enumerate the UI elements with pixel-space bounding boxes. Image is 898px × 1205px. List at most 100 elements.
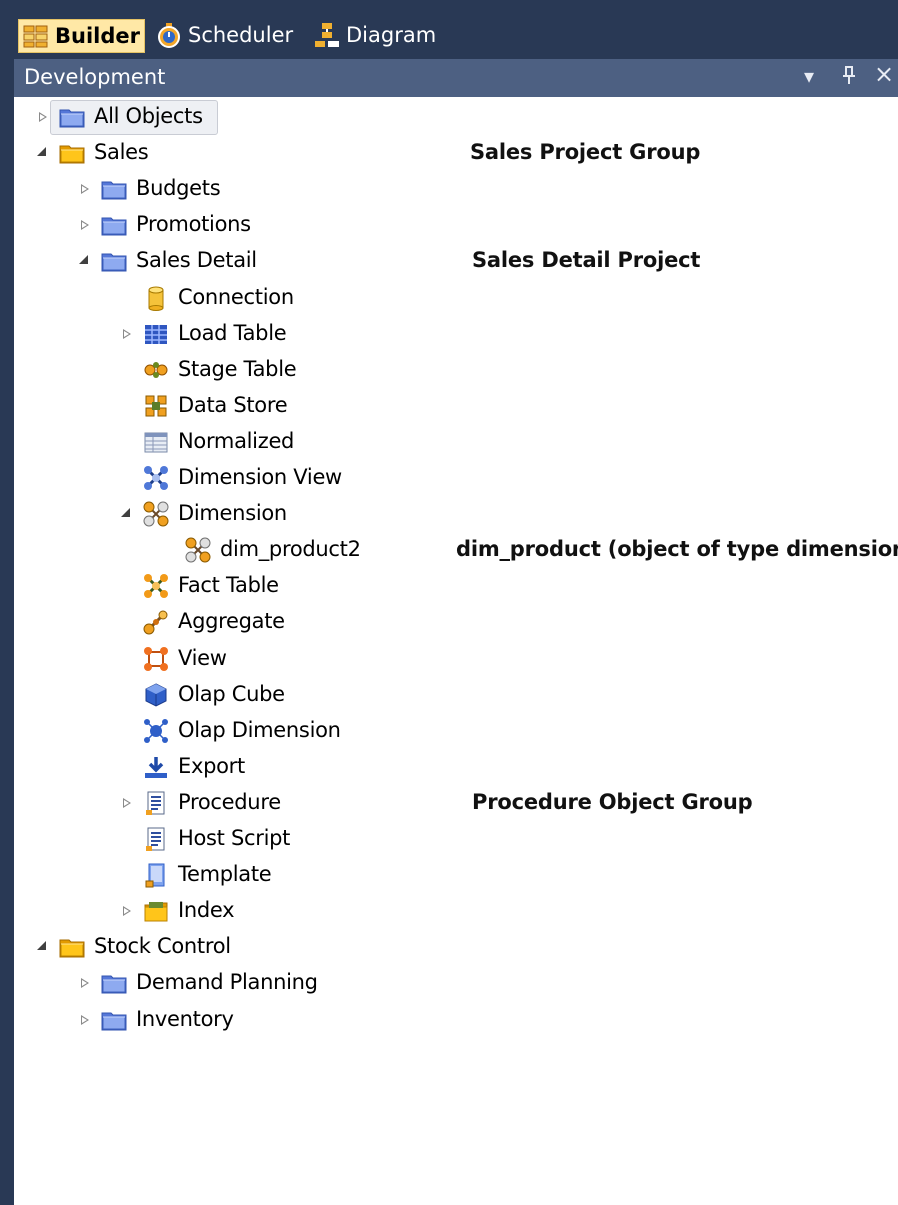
- window-frame-left: [0, 0, 14, 1205]
- tree-node-label: Olap Dimension: [178, 717, 341, 742]
- expand-arrow-icon[interactable]: [120, 316, 134, 352]
- collapse-arrow-icon[interactable]: [78, 243, 92, 279]
- tree-node-label: Stage Table: [178, 356, 297, 381]
- aggregate-icon: [142, 608, 170, 636]
- tree-node-load-table[interactable]: Load Table: [14, 316, 894, 352]
- tree-node-procedure[interactable]: Procedure: [14, 785, 894, 821]
- tree-node-label: View: [178, 645, 227, 670]
- connection-cylinder-icon: [142, 284, 170, 312]
- tree-node-label: Aggregate: [178, 609, 285, 634]
- expand-arrow-icon[interactable]: [120, 785, 134, 821]
- tree-node-template[interactable]: Template: [14, 857, 894, 893]
- pane-dropdown-button[interactable]: ▾: [804, 64, 814, 88]
- tree-node-fact-table[interactable]: Fact Table: [14, 568, 894, 604]
- tab-scheduler-label: Scheduler: [188, 23, 294, 47]
- tree-node-budgets[interactable]: Budgets: [14, 171, 894, 207]
- tree-node-label: Connection: [178, 284, 294, 309]
- tree-node-olap-cube[interactable]: Olap Cube: [14, 677, 894, 713]
- tree-node-aggregate[interactable]: Aggregate: [14, 604, 894, 640]
- pane-pin-button[interactable]: [842, 64, 856, 91]
- tree-node-stage-table[interactable]: Stage Table: [14, 352, 894, 388]
- tree-node-label: Procedure: [178, 789, 281, 814]
- tree-node-label: Template: [178, 862, 272, 887]
- tab-builder-label: Builder: [55, 24, 140, 48]
- tree-node-label: dim_product2: [220, 537, 361, 562]
- tree-node-data-store[interactable]: Data Store: [14, 388, 894, 424]
- annotation-label: dim_product (object of type dimension): [456, 537, 898, 562]
- tab-scheduler[interactable]: Scheduler: [156, 18, 293, 52]
- tree-node-label: Olap Cube: [178, 681, 285, 706]
- expand-arrow-icon[interactable]: [78, 965, 92, 1001]
- index-icon: [142, 897, 170, 925]
- folder-yellow-icon: [58, 933, 86, 961]
- tree-node-view[interactable]: View: [14, 641, 894, 677]
- tree-node-olap-dimension[interactable]: Olap Dimension: [14, 713, 894, 749]
- tab-diagram[interactable]: Diagram: [314, 18, 436, 52]
- folder-blue-icon: [100, 211, 128, 239]
- tree-node-index[interactable]: Index: [14, 893, 894, 929]
- tree-node-promotions[interactable]: Promotions: [14, 207, 894, 243]
- olap-cube-icon: [142, 681, 170, 709]
- tree-node-label: Sales: [94, 140, 149, 165]
- tree-node-label: Export: [178, 753, 245, 778]
- tree-node-label: Host Script: [178, 826, 291, 850]
- folder-blue-icon: [100, 969, 128, 997]
- tree-node-label: Dimension View: [178, 465, 342, 489]
- tree-node-dimension-view[interactable]: Dimension View: [14, 460, 894, 496]
- folder-blue-icon: [100, 247, 128, 275]
- expand-arrow-icon[interactable]: [36, 99, 50, 135]
- expand-arrow-icon[interactable]: [78, 171, 92, 207]
- tree-node-sales-detail[interactable]: Sales Detail: [14, 243, 894, 279]
- expand-arrow-icon[interactable]: [78, 207, 92, 243]
- tree-node-stock-control[interactable]: Stock Control: [14, 929, 894, 965]
- template-icon: [142, 861, 170, 889]
- tree-node-host-script[interactable]: Host Script: [14, 821, 894, 857]
- tree-node-label: Demand Planning: [136, 970, 318, 995]
- diagram-icon: [314, 22, 340, 48]
- expand-arrow-icon[interactable]: [78, 1002, 92, 1038]
- export-icon: [142, 753, 170, 781]
- tree-node-dimension[interactable]: Dimension: [14, 496, 894, 532]
- tree-node-label: Stock Control: [94, 934, 231, 959]
- tab-builder[interactable]: Builder: [18, 19, 145, 53]
- annotation-label: Sales Detail Project: [472, 248, 701, 273]
- folder-blue-icon: [58, 103, 86, 131]
- tree-node-label: Data Store: [178, 392, 288, 417]
- tree-node-label: Sales Detail: [136, 248, 257, 273]
- tree-node-label: Inventory: [136, 1006, 234, 1031]
- dimension-object-icon: [184, 536, 212, 564]
- tree-node-label: Promotions: [136, 212, 251, 237]
- tree-node-inventory[interactable]: Inventory: [14, 1002, 894, 1038]
- tree-node-all-objects[interactable]: All Objects: [14, 99, 894, 135]
- tree-node-connection[interactable]: Connection: [14, 280, 894, 316]
- host-script-icon: [142, 825, 170, 853]
- tree-node-label: Index: [178, 898, 235, 923]
- expand-arrow-icon[interactable]: [120, 893, 134, 929]
- tree-node-sales[interactable]: Sales: [14, 135, 894, 171]
- tree-node-label: Load Table: [178, 320, 287, 345]
- development-pane-header: Development ▾ ×: [14, 59, 898, 97]
- annotation-label: Sales Project Group: [470, 140, 701, 165]
- normalized-table-icon: [142, 428, 170, 456]
- stage-table-icon: [142, 356, 170, 384]
- tab-diagram-label: Diagram: [346, 23, 437, 47]
- folder-blue-icon: [100, 1006, 128, 1034]
- data-store-icon: [142, 392, 170, 420]
- tree-node-export[interactable]: Export: [14, 749, 894, 785]
- collapse-arrow-icon[interactable]: [120, 496, 134, 532]
- collapse-arrow-icon[interactable]: [36, 929, 50, 965]
- load-table-icon: [142, 320, 170, 348]
- folder-yellow-icon: [58, 139, 86, 167]
- olap-dimension-icon: [142, 717, 170, 745]
- pane-title: Development: [24, 65, 166, 89]
- folder-blue-icon: [100, 175, 128, 203]
- tree-node-label: Budgets: [136, 176, 221, 201]
- collapse-arrow-icon[interactable]: [36, 135, 50, 171]
- pane-close-button[interactable]: ×: [874, 60, 894, 88]
- tree-node-demand-planning[interactable]: Demand Planning: [14, 965, 894, 1001]
- tree-node-label: All Objects: [94, 104, 203, 128]
- pin-icon: [843, 66, 855, 84]
- object-tree: All Objects Sales Budgets Promotions Sales D…: [14, 97, 898, 1205]
- tree-node-normalized[interactable]: Normalized: [14, 424, 894, 460]
- view-icon: [142, 645, 170, 673]
